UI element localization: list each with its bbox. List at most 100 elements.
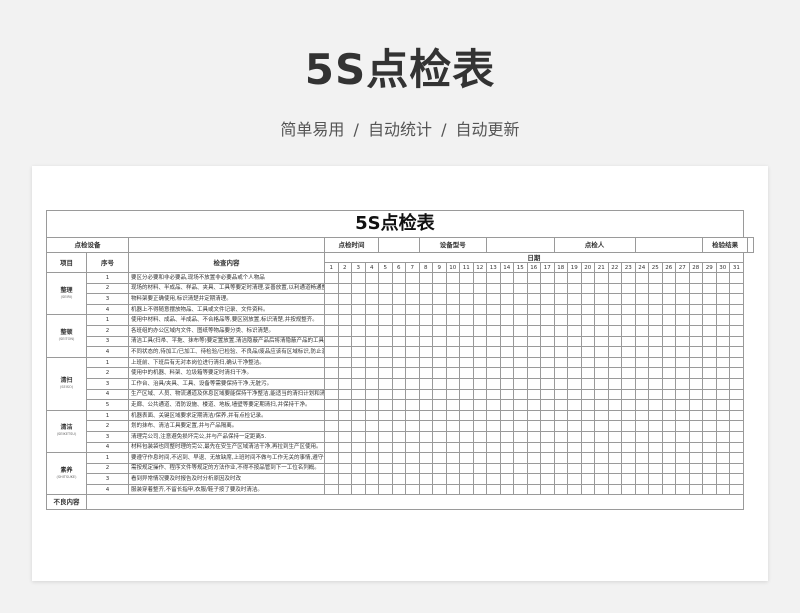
check-cell[interactable]: [324, 473, 339, 485]
check-cell[interactable]: [702, 462, 717, 475]
check-cell[interactable]: [540, 409, 555, 422]
check-cell[interactable]: [486, 430, 501, 443]
check-cell[interactable]: [364, 473, 379, 485]
check-cell[interactable]: [445, 388, 460, 401]
check-cell[interactable]: [634, 346, 649, 358]
check-cell[interactable]: [351, 314, 366, 326]
check-cell[interactable]: [648, 367, 663, 379]
check-cell[interactable]: [513, 409, 528, 422]
check-cell[interactable]: [715, 430, 730, 443]
check-cell[interactable]: [513, 346, 528, 358]
check-cell[interactable]: [486, 324, 501, 337]
check-cell[interactable]: [337, 303, 352, 316]
check-cell[interactable]: [634, 409, 649, 422]
check-cell[interactable]: [445, 441, 460, 454]
check-cell[interactable]: [567, 314, 582, 326]
check-cell[interactable]: [634, 324, 649, 337]
check-cell[interactable]: [675, 430, 690, 443]
check-cell[interactable]: [553, 293, 568, 305]
check-cell[interactable]: [648, 483, 663, 496]
check-cell[interactable]: [729, 324, 744, 337]
check-cell[interactable]: [688, 335, 703, 348]
check-cell[interactable]: [702, 388, 717, 401]
check-cell[interactable]: [675, 282, 690, 295]
check-cell[interactable]: [648, 409, 663, 422]
check-cell[interactable]: [472, 272, 487, 284]
check-cell[interactable]: [351, 462, 366, 475]
check-cell[interactable]: [364, 324, 379, 337]
check-cell[interactable]: [661, 346, 676, 358]
check-cell[interactable]: [702, 430, 717, 443]
check-cell[interactable]: [648, 293, 663, 305]
check-cell[interactable]: [324, 335, 339, 348]
check-cell[interactable]: [445, 346, 460, 358]
check-cell[interactable]: [540, 272, 555, 284]
check-cell[interactable]: [391, 377, 406, 390]
check-cell[interactable]: [445, 462, 460, 475]
check-cell[interactable]: [634, 314, 649, 326]
check-cell[interactable]: [553, 420, 568, 432]
check-cell[interactable]: [702, 367, 717, 379]
check-cell[interactable]: [405, 324, 420, 337]
check-cell[interactable]: [661, 335, 676, 348]
check-cell[interactable]: [675, 293, 690, 305]
check-cell[interactable]: [607, 314, 622, 326]
check-cell[interactable]: [324, 420, 339, 432]
check-cell[interactable]: [594, 462, 609, 475]
check-cell[interactable]: [526, 282, 541, 295]
check-cell[interactable]: [324, 303, 339, 316]
check-cell[interactable]: [324, 399, 339, 411]
check-cell[interactable]: [729, 314, 744, 326]
check-cell[interactable]: [486, 367, 501, 379]
check-cell[interactable]: [418, 367, 433, 379]
check-cell[interactable]: [688, 409, 703, 422]
check-cell[interactable]: [391, 441, 406, 454]
check-cell[interactable]: [391, 473, 406, 485]
check-cell[interactable]: [729, 483, 744, 496]
check-cell[interactable]: [364, 293, 379, 305]
check-cell[interactable]: [621, 377, 636, 390]
check-cell[interactable]: [337, 399, 352, 411]
check-cell[interactable]: [378, 409, 393, 422]
check-cell[interactable]: [729, 462, 744, 475]
check-cell[interactable]: [661, 293, 676, 305]
check-cell[interactable]: [364, 430, 379, 443]
check-cell[interactable]: [648, 346, 663, 358]
check-cell[interactable]: [418, 272, 433, 284]
check-cell[interactable]: [391, 314, 406, 326]
check-cell[interactable]: [594, 272, 609, 284]
check-cell[interactable]: [472, 324, 487, 337]
check-cell[interactable]: [432, 335, 447, 348]
check-cell[interactable]: [715, 335, 730, 348]
check-cell[interactable]: [337, 483, 352, 496]
check-cell[interactable]: [486, 399, 501, 411]
check-cell[interactable]: [486, 356, 501, 369]
check-cell[interactable]: [391, 335, 406, 348]
check-cell[interactable]: [499, 377, 514, 390]
check-cell[interactable]: [675, 409, 690, 422]
info-value-result[interactable]: [747, 237, 754, 253]
check-cell[interactable]: [715, 346, 730, 358]
check-cell[interactable]: [729, 282, 744, 295]
check-cell[interactable]: [432, 272, 447, 284]
check-cell[interactable]: [378, 293, 393, 305]
check-cell[interactable]: [472, 367, 487, 379]
check-cell[interactable]: [445, 483, 460, 496]
check-cell[interactable]: [580, 430, 595, 443]
check-cell[interactable]: [567, 272, 582, 284]
check-cell[interactable]: [553, 314, 568, 326]
check-cell[interactable]: [445, 420, 460, 432]
check-cell[interactable]: [715, 483, 730, 496]
check-cell[interactable]: [378, 314, 393, 326]
check-cell[interactable]: [513, 367, 528, 379]
check-cell[interactable]: [499, 462, 514, 475]
check-cell[interactable]: [364, 420, 379, 432]
check-cell[interactable]: [634, 272, 649, 284]
check-cell[interactable]: [499, 367, 514, 379]
check-cell[interactable]: [729, 473, 744, 485]
check-cell[interactable]: [405, 293, 420, 305]
check-cell[interactable]: [324, 452, 339, 464]
check-cell[interactable]: [675, 388, 690, 401]
check-cell[interactable]: [459, 388, 474, 401]
check-cell[interactable]: [486, 473, 501, 485]
